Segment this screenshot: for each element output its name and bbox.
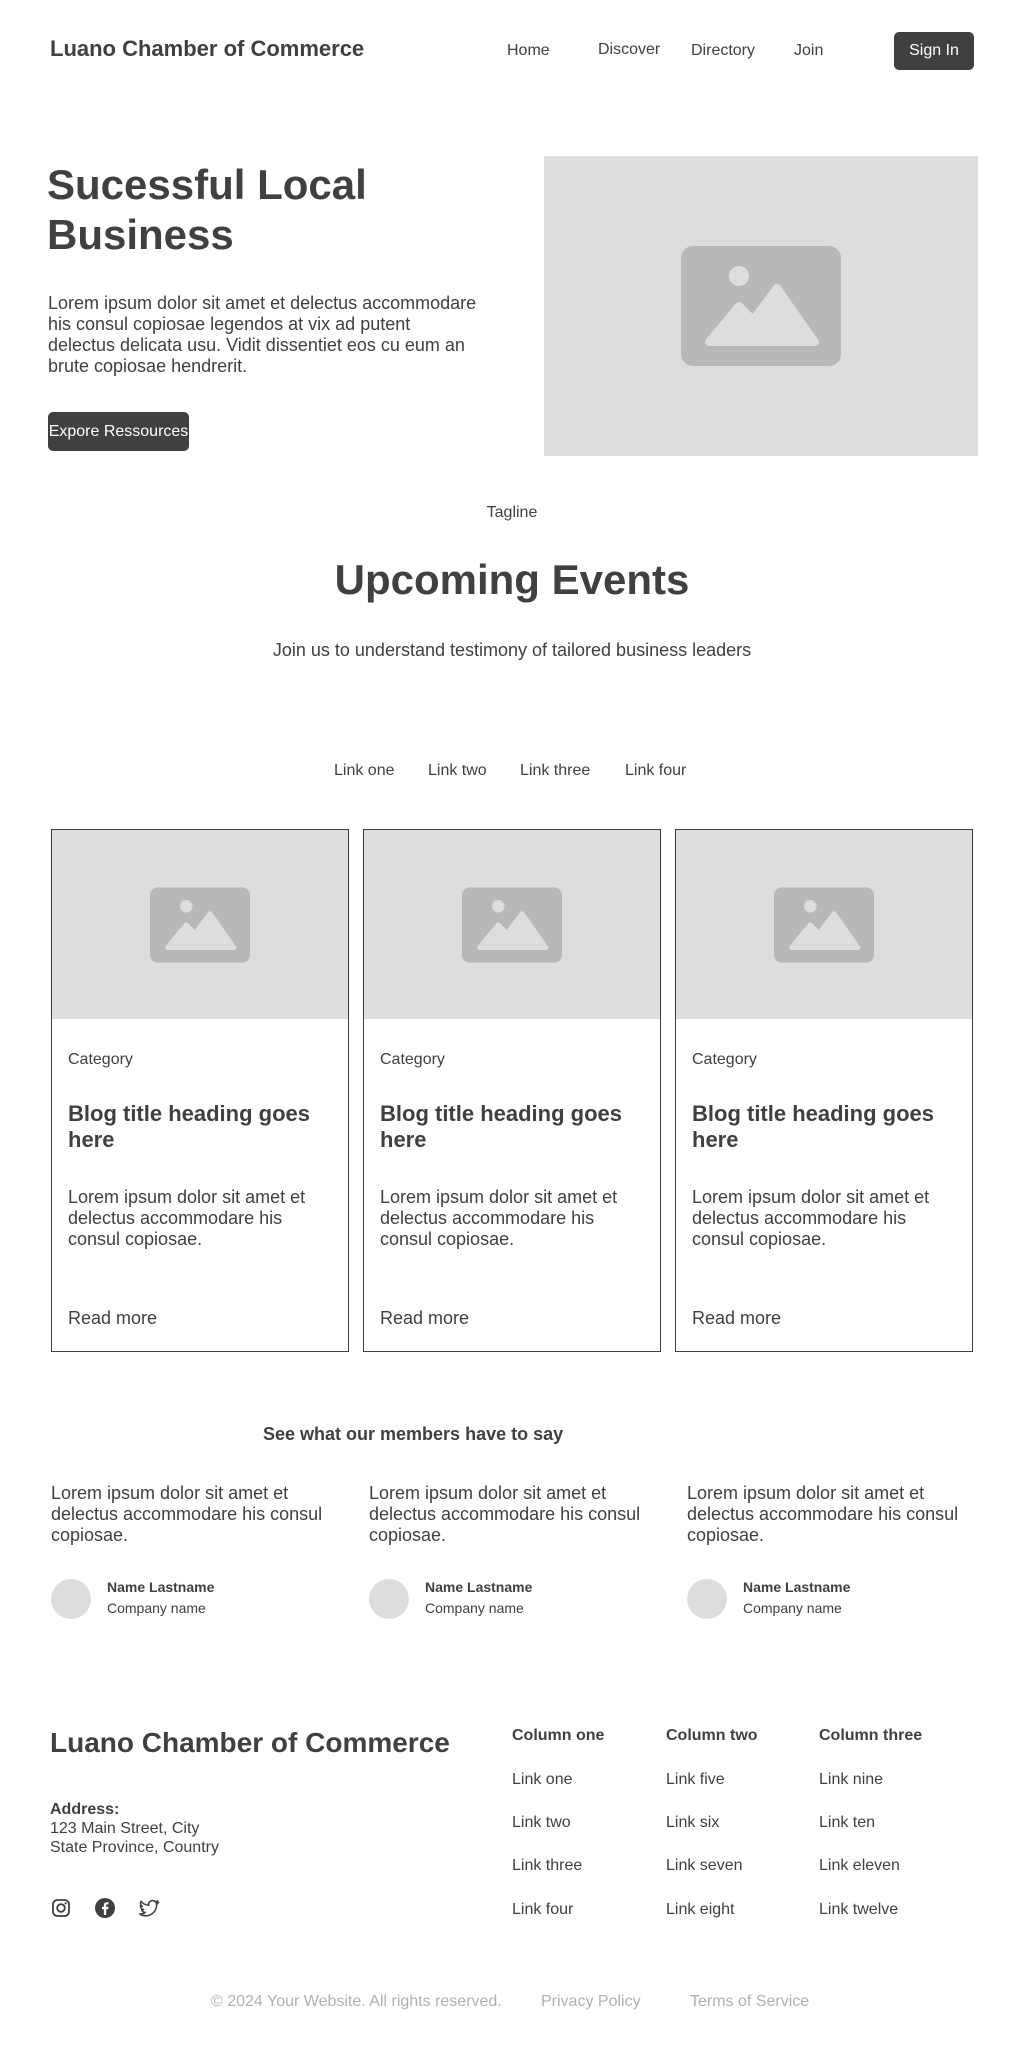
blog-card[interactable]: Category Blog title heading goes here Lo…: [51, 829, 349, 1352]
card-body: Lorem ipsum dolor sit amet et delectus a…: [68, 1187, 306, 1249]
image-placeholder-icon: [774, 887, 874, 962]
nav-link-discover[interactable]: Discover: [598, 41, 660, 59]
image-placeholder-icon: [681, 246, 841, 366]
hero-image: [544, 156, 978, 456]
nav-link-home[interactable]: Home: [507, 42, 550, 60]
footer-link[interactable]: Link ten: [819, 1814, 875, 1832]
card-title[interactable]: Blog title heading goes here: [692, 1101, 962, 1153]
read-more-link[interactable]: Read more: [68, 1308, 157, 1329]
privacy-policy-link[interactable]: Privacy Policy: [541, 1993, 641, 2011]
hero-body: Lorem ipsum dolor sit amet et delectus a…: [48, 293, 477, 376]
avatar: [51, 1579, 91, 1619]
card-body: Lorem ipsum dolor sit amet et delectus a…: [380, 1187, 618, 1249]
tab-link-two[interactable]: Link two: [428, 762, 487, 780]
avatar: [369, 1579, 409, 1619]
testimonial-company: Company name: [743, 1600, 842, 1616]
testimonial-name: Name Lastname: [425, 1579, 533, 1595]
testimonial-quote: Lorem ipsum dolor sit amet et delectus a…: [51, 1483, 323, 1545]
card-image: [52, 830, 348, 1019]
testimonial: Lorem ipsum dolor sit amet et delectus a…: [51, 1483, 346, 1619]
explore-resources-button[interactable]: Expore Ressources: [48, 412, 189, 451]
testimonial-quote: Lorem ipsum dolor sit amet et delectus a…: [687, 1483, 959, 1545]
nav-link-directory[interactable]: Directory: [691, 42, 755, 60]
nav-link-join[interactable]: Join: [794, 42, 823, 60]
copyright-text: © 2024 Your Website. All rights reserved…: [211, 1993, 502, 2010]
testimonial-quote: Lorem ipsum dolor sit amet et delectus a…: [369, 1483, 641, 1545]
site-brand[interactable]: Luano Chamber of Commerce: [50, 36, 364, 62]
testimonial-company: Company name: [107, 1600, 206, 1616]
card-category: Category: [692, 1051, 757, 1068]
events-subtitle: Join us to understand testimony of tailo…: [272, 640, 752, 660]
card-body: Lorem ipsum dolor sit amet et delectus a…: [692, 1187, 930, 1249]
address-line: State Province, Country: [50, 1839, 219, 1856]
footer-link[interactable]: Link six: [666, 1814, 719, 1832]
card-image: [364, 830, 660, 1019]
card-category: Category: [380, 1051, 445, 1068]
card-image: [676, 830, 972, 1019]
blog-card[interactable]: Category Blog title heading goes here Lo…: [675, 829, 973, 1352]
footer-link[interactable]: Link four: [512, 1901, 573, 1919]
card-category: Category: [68, 1051, 133, 1068]
footer-link[interactable]: Link five: [666, 1771, 725, 1789]
footer-link[interactable]: Link eight: [666, 1901, 735, 1919]
read-more-link[interactable]: Read more: [692, 1308, 781, 1329]
avatar: [687, 1579, 727, 1619]
footer-link[interactable]: Link eleven: [819, 1857, 900, 1875]
testimonial: Lorem ipsum dolor sit amet et delectus a…: [687, 1483, 982, 1619]
facebook-icon[interactable]: [94, 1897, 116, 1919]
terms-of-service-link[interactable]: Terms of Service: [690, 1993, 809, 2011]
card-title[interactable]: Blog title heading goes here: [380, 1101, 650, 1153]
footer-column-heading: Column two: [666, 1727, 758, 1744]
address-line: 123 Main Street, City: [50, 1820, 200, 1837]
sign-in-button[interactable]: Sign In: [894, 32, 974, 70]
card-title[interactable]: Blog title heading goes here: [68, 1101, 338, 1153]
footer-link[interactable]: Link twelve: [819, 1901, 898, 1919]
footer-column-heading: Column one: [512, 1727, 605, 1744]
testimonial-company: Company name: [425, 1600, 524, 1616]
events-tagline: Tagline: [486, 504, 538, 521]
footer-column-heading: Column three: [819, 1727, 923, 1744]
footer-link[interactable]: Link one: [512, 1771, 573, 1789]
image-placeholder-icon: [462, 887, 562, 962]
events-title: Upcoming Events: [334, 556, 690, 603]
hero-title: Sucessful Local Business: [47, 161, 367, 258]
testimonials-heading: See what our members have to say: [263, 1424, 564, 1444]
footer-link[interactable]: Link nine: [819, 1771, 883, 1789]
tab-link-four[interactable]: Link four: [625, 762, 686, 780]
testimonial-name: Name Lastname: [743, 1579, 851, 1595]
image-placeholder-icon: [150, 887, 250, 962]
tab-link-one[interactable]: Link one: [334, 762, 395, 780]
footer-link[interactable]: Link two: [512, 1814, 571, 1832]
blog-card[interactable]: Category Blog title heading goes here Lo…: [363, 829, 661, 1352]
footer-link[interactable]: Link three: [512, 1857, 582, 1875]
tab-link-three[interactable]: Link three: [520, 762, 590, 780]
read-more-link[interactable]: Read more: [380, 1308, 469, 1329]
footer-brand: Luano Chamber of Commerce: [50, 1727, 450, 1758]
footer-link[interactable]: Link seven: [666, 1857, 743, 1875]
instagram-icon[interactable]: [50, 1897, 72, 1919]
testimonial: Lorem ipsum dolor sit amet et delectus a…: [369, 1483, 664, 1619]
testimonial-name: Name Lastname: [107, 1579, 215, 1595]
twitter-icon[interactable]: [138, 1897, 160, 1919]
address-label: Address:: [50, 1801, 120, 1818]
